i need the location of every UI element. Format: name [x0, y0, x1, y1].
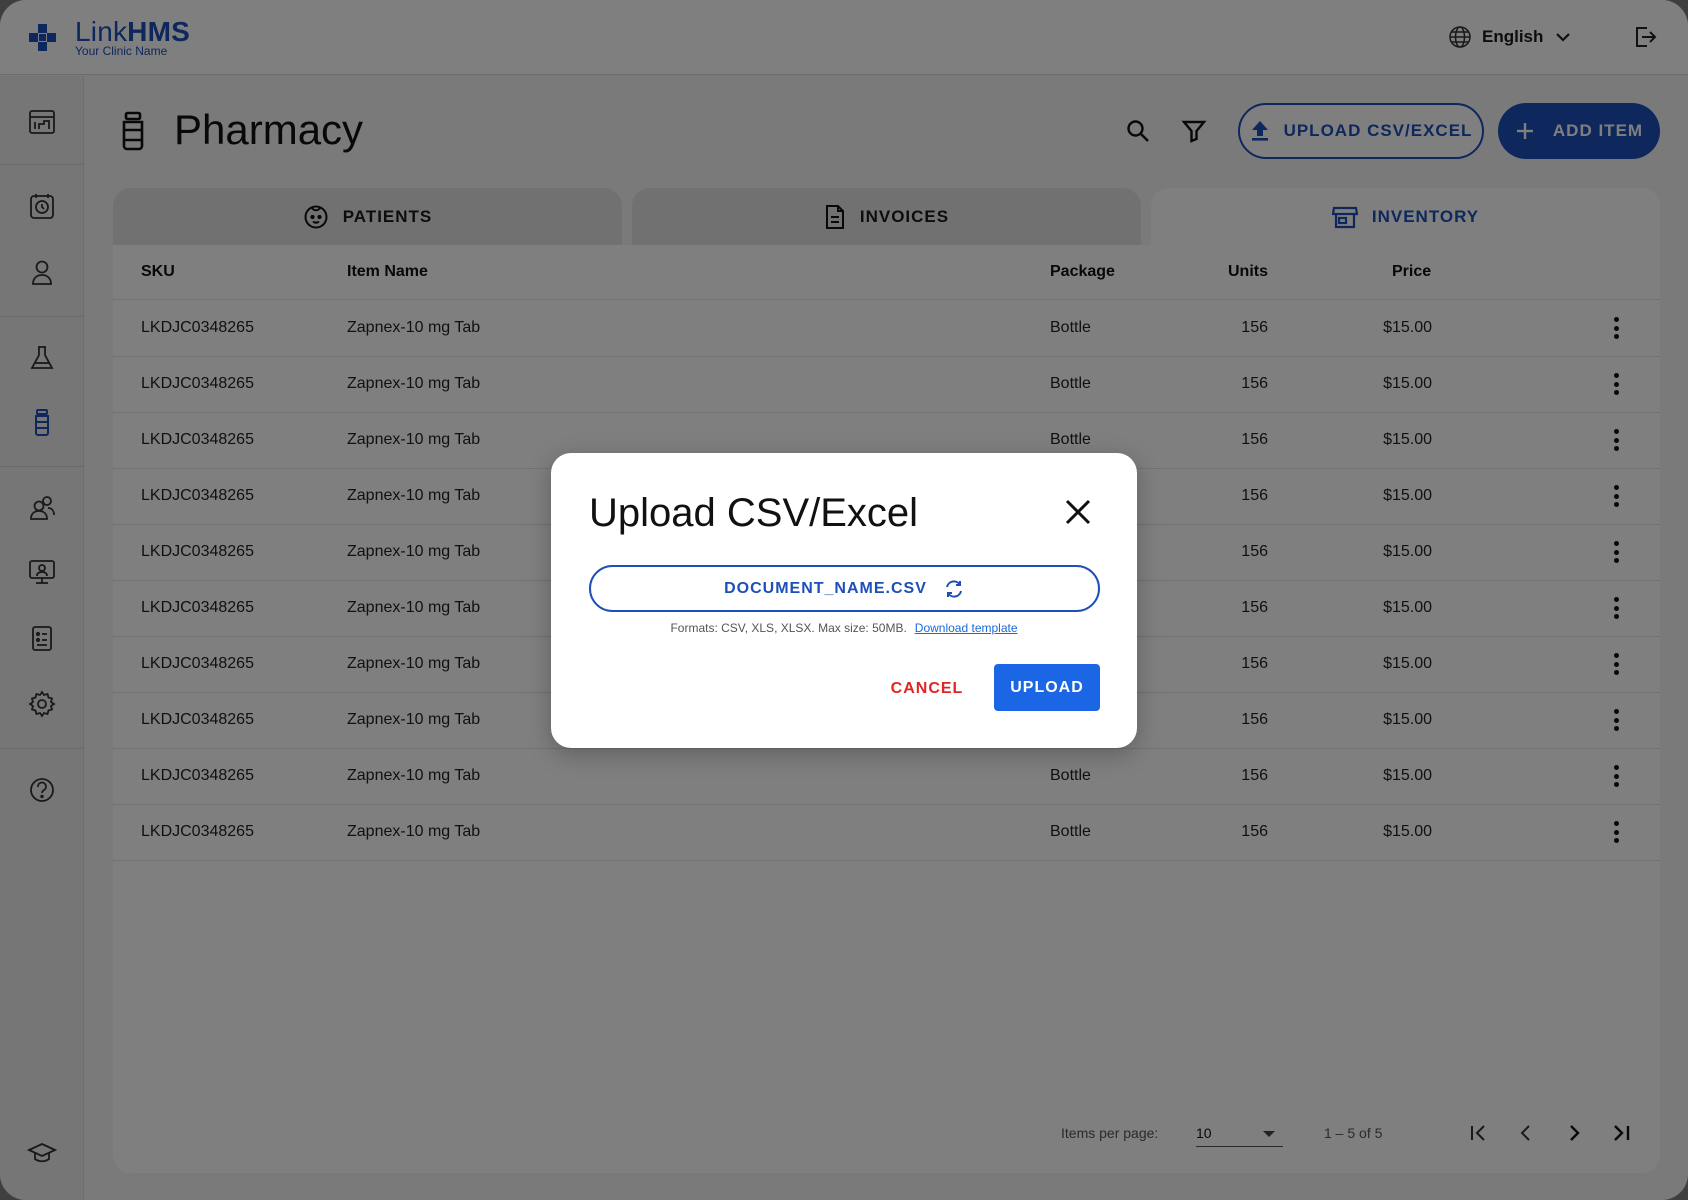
upload-label: UPLOAD: [1010, 678, 1084, 696]
upload-dialog: Upload CSV/Excel DOCUMENT_NAME.CSV Forma…: [551, 453, 1137, 748]
replace-refresh-icon: [945, 579, 962, 598]
cancel-label: CANCEL: [890, 680, 964, 697]
formats-hint: Formats: CSV, XLS, XLSX. Max size: 50MB.: [670, 621, 907, 635]
upload-button[interactable]: UPLOAD: [994, 664, 1100, 711]
close-icon[interactable]: [1061, 495, 1095, 529]
cancel-button[interactable]: CANCEL: [881, 666, 973, 712]
selected-file-button[interactable]: DOCUMENT_NAME.CSV: [589, 565, 1100, 612]
selected-file-name: DOCUMENT_NAME.CSV: [724, 579, 927, 597]
upload-hint: Formats: CSV, XLS, XLSX. Max size: 50MB.…: [551, 621, 1137, 635]
dialog-title: Upload CSV/Excel: [589, 491, 919, 535]
download-template-link[interactable]: Download template: [915, 621, 1018, 635]
